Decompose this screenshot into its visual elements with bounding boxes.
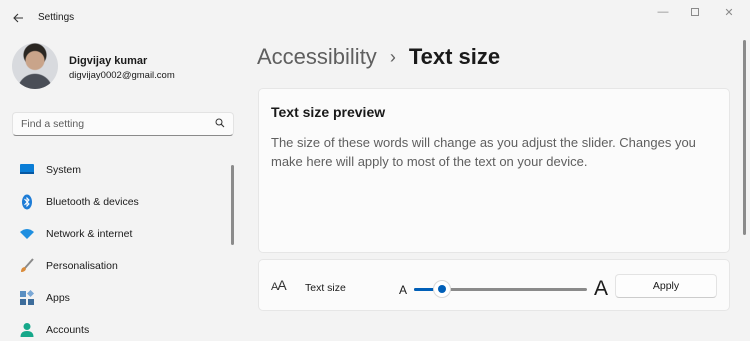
sidebar-item-bluetooth[interactable]: Bluetooth & devices <box>12 186 227 218</box>
monitor-icon <box>18 161 36 179</box>
avatar[interactable] <box>12 43 58 89</box>
text-size-label: Text size <box>305 282 346 294</box>
close-icon: ✕ <box>724 6 734 19</box>
sidebar-item-label: Accounts <box>46 324 90 336</box>
title-bar: Settings — ✕ <box>0 0 750 36</box>
close-button[interactable]: ✕ <box>714 4 744 20</box>
sidebar-item-network[interactable]: Network & internet <box>12 218 227 250</box>
sidebar-item-apps[interactable]: Apps <box>12 282 227 314</box>
paintbrush-icon <box>18 257 36 275</box>
sidebar-nav: System Bluetooth & devices Network & int… <box>12 154 227 341</box>
app-title: Settings <box>38 12 75 23</box>
wifi-icon <box>18 225 36 243</box>
text-size-setting-card: AA Text size A A Apply <box>258 259 730 311</box>
sidebar-item-label: System <box>46 164 82 176</box>
sidebar-item-system[interactable]: System <box>12 154 227 186</box>
preview-title: Text size preview <box>271 104 386 120</box>
sidebar-item-label: Personalisation <box>46 260 118 272</box>
sidebar-item-personalisation[interactable]: Personalisation <box>12 250 227 282</box>
chevron-right-icon: › <box>389 46 396 67</box>
main-scrollbar[interactable] <box>743 40 746 235</box>
maximize-button[interactable] <box>680 4 710 20</box>
sidebar-item-label: Network & internet <box>46 228 133 240</box>
maximize-icon <box>691 8 699 16</box>
back-arrow-icon <box>12 13 23 23</box>
minimize-icon: — <box>657 6 669 18</box>
sidebar-item-label: Apps <box>46 292 70 304</box>
search-input[interactable] <box>13 113 203 135</box>
minimize-button[interactable]: — <box>648 4 678 20</box>
user-email: digvijay0002@gmail.com <box>69 70 175 81</box>
search-box <box>12 112 234 136</box>
text-size-icon: AA <box>271 277 287 293</box>
bluetooth-icon <box>18 193 36 211</box>
slider-thumb[interactable] <box>433 280 451 298</box>
person-icon <box>18 321 36 339</box>
sidebar-item-accounts[interactable]: Accounts <box>12 314 227 341</box>
apps-icon <box>18 289 36 307</box>
apply-button[interactable]: Apply <box>615 274 717 298</box>
search-icon[interactable] <box>215 118 225 128</box>
text-size-preview-card: Text size preview The size of these word… <box>258 88 730 253</box>
page-title: Text size <box>408 44 501 69</box>
breadcrumb: Accessibility › Text size <box>257 44 500 70</box>
sidebar-item-label: Bluetooth & devices <box>46 196 139 208</box>
slider-min-label: A <box>399 283 408 297</box>
text-size-slider[interactable] <box>414 280 587 298</box>
breadcrumb-parent-link[interactable]: Accessibility <box>257 44 377 70</box>
slider-max-label: A <box>594 277 609 300</box>
user-name: Digvijay kumar <box>69 55 148 67</box>
preview-text: The size of these words will change as y… <box>271 135 696 169</box>
sidebar-scrollbar[interactable] <box>231 165 234 245</box>
back-button[interactable] <box>8 8 28 28</box>
